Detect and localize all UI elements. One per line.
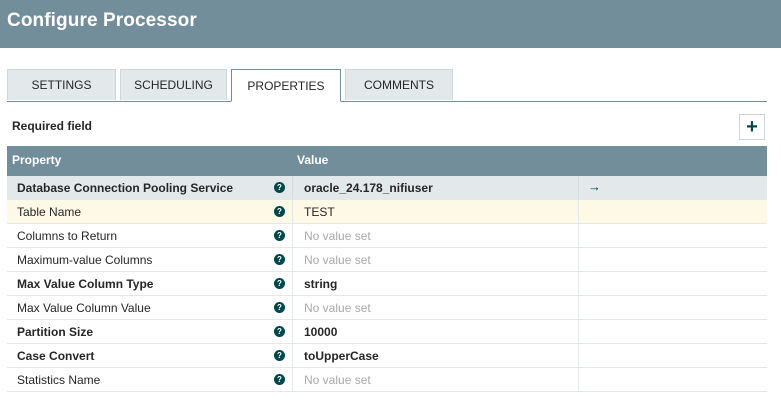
tab-comments[interactable]: COMMENTS <box>345 69 453 100</box>
cell-divider <box>292 248 293 271</box>
help-icon[interactable]: ? <box>274 230 285 241</box>
help-icon[interactable]: ? <box>274 326 285 337</box>
property-name: Table Name <box>17 205 82 219</box>
tab-settings[interactable]: SETTINGS <box>7 69 116 100</box>
property-value[interactable]: oracle_24.178_nifiuser <box>304 181 433 195</box>
table-row[interactable]: Case Convert? toUpperCase <box>7 344 767 368</box>
cell-divider <box>292 368 293 391</box>
help-icon[interactable]: ? <box>274 302 285 313</box>
grid-header: Property Value <box>7 146 767 176</box>
cell-divider <box>292 296 293 319</box>
property-name: Max Value Column Value <box>17 301 151 315</box>
cell-divider <box>292 200 293 223</box>
table-row[interactable]: Max Value Column Value? No value set <box>7 296 767 320</box>
help-icon[interactable]: ? <box>274 278 285 289</box>
cell-divider <box>292 224 293 247</box>
cell-divider <box>578 200 579 223</box>
dialog-title: Configure Processor <box>7 10 197 31</box>
required-field-label: Required field <box>12 119 93 133</box>
plus-icon: + <box>746 116 758 138</box>
help-icon[interactable]: ? <box>274 374 285 385</box>
cell-divider <box>292 344 293 367</box>
column-header-value[interactable]: Value <box>297 153 328 167</box>
property-value[interactable]: No value set <box>304 373 371 387</box>
help-icon[interactable]: ? <box>274 206 285 217</box>
property-value[interactable]: string <box>304 277 337 291</box>
property-name: Columns to Return <box>17 229 118 243</box>
tab-bar-underline <box>7 101 767 102</box>
cell-divider <box>578 224 579 247</box>
cell-divider <box>292 272 293 295</box>
cell-divider <box>292 320 293 343</box>
table-row[interactable]: Maximum-value Columns? No value set <box>7 248 767 272</box>
help-icon[interactable]: ? <box>274 254 285 265</box>
tab-bar: SETTINGS SCHEDULING PROPERTIES COMMENTS <box>7 69 767 102</box>
property-name: Partition Size <box>17 325 94 339</box>
property-value[interactable]: No value set <box>304 301 371 315</box>
table-row[interactable]: Database Connection Pooling Service? orac… <box>7 176 767 200</box>
table-row[interactable]: Partition Size? 10000 <box>7 320 767 344</box>
cell-divider <box>578 272 579 295</box>
table-row[interactable]: Statistics Name? No value set <box>7 368 767 392</box>
add-property-button[interactable]: + <box>739 114 765 140</box>
cell-divider <box>578 248 579 271</box>
table-row[interactable]: Columns to Return? No value set <box>7 224 767 248</box>
tab-properties[interactable]: PROPERTIES <box>231 69 341 102</box>
property-value[interactable]: TEST <box>304 205 335 219</box>
properties-grid: Property Value Database Connection Pooli… <box>7 146 767 392</box>
table-row[interactable]: Max Value Column Type? string <box>7 272 767 296</box>
cell-divider <box>578 176 579 199</box>
cell-divider <box>292 176 293 199</box>
column-header-property[interactable]: Property <box>12 153 61 167</box>
cell-divider <box>578 344 579 367</box>
grid-body: Database Connection Pooling Service? orac… <box>7 176 767 392</box>
cell-divider <box>578 368 579 391</box>
dialog-header: Configure Processor <box>0 0 781 48</box>
cell-divider <box>578 296 579 319</box>
property-name: Maximum-value Columns <box>17 253 153 267</box>
property-value[interactable]: No value set <box>304 229 371 243</box>
arrow-right-icon[interactable]: → <box>588 179 601 194</box>
cell-divider <box>578 320 579 343</box>
help-icon[interactable]: ? <box>274 182 285 193</box>
property-name: Max Value Column Type <box>17 277 154 291</box>
property-name: Database Connection Pooling Service <box>17 181 234 195</box>
property-name: Case Convert <box>17 349 95 363</box>
help-icon[interactable]: ? <box>274 350 285 361</box>
table-row[interactable]: Table Name? TEST <box>7 200 767 224</box>
tab-scheduling[interactable]: SCHEDULING <box>120 69 227 100</box>
property-value[interactable]: No value set <box>304 253 371 267</box>
property-value[interactable]: 10000 <box>304 325 337 339</box>
property-name: Statistics Name <box>17 373 101 387</box>
property-value[interactable]: toUpperCase <box>304 349 379 363</box>
